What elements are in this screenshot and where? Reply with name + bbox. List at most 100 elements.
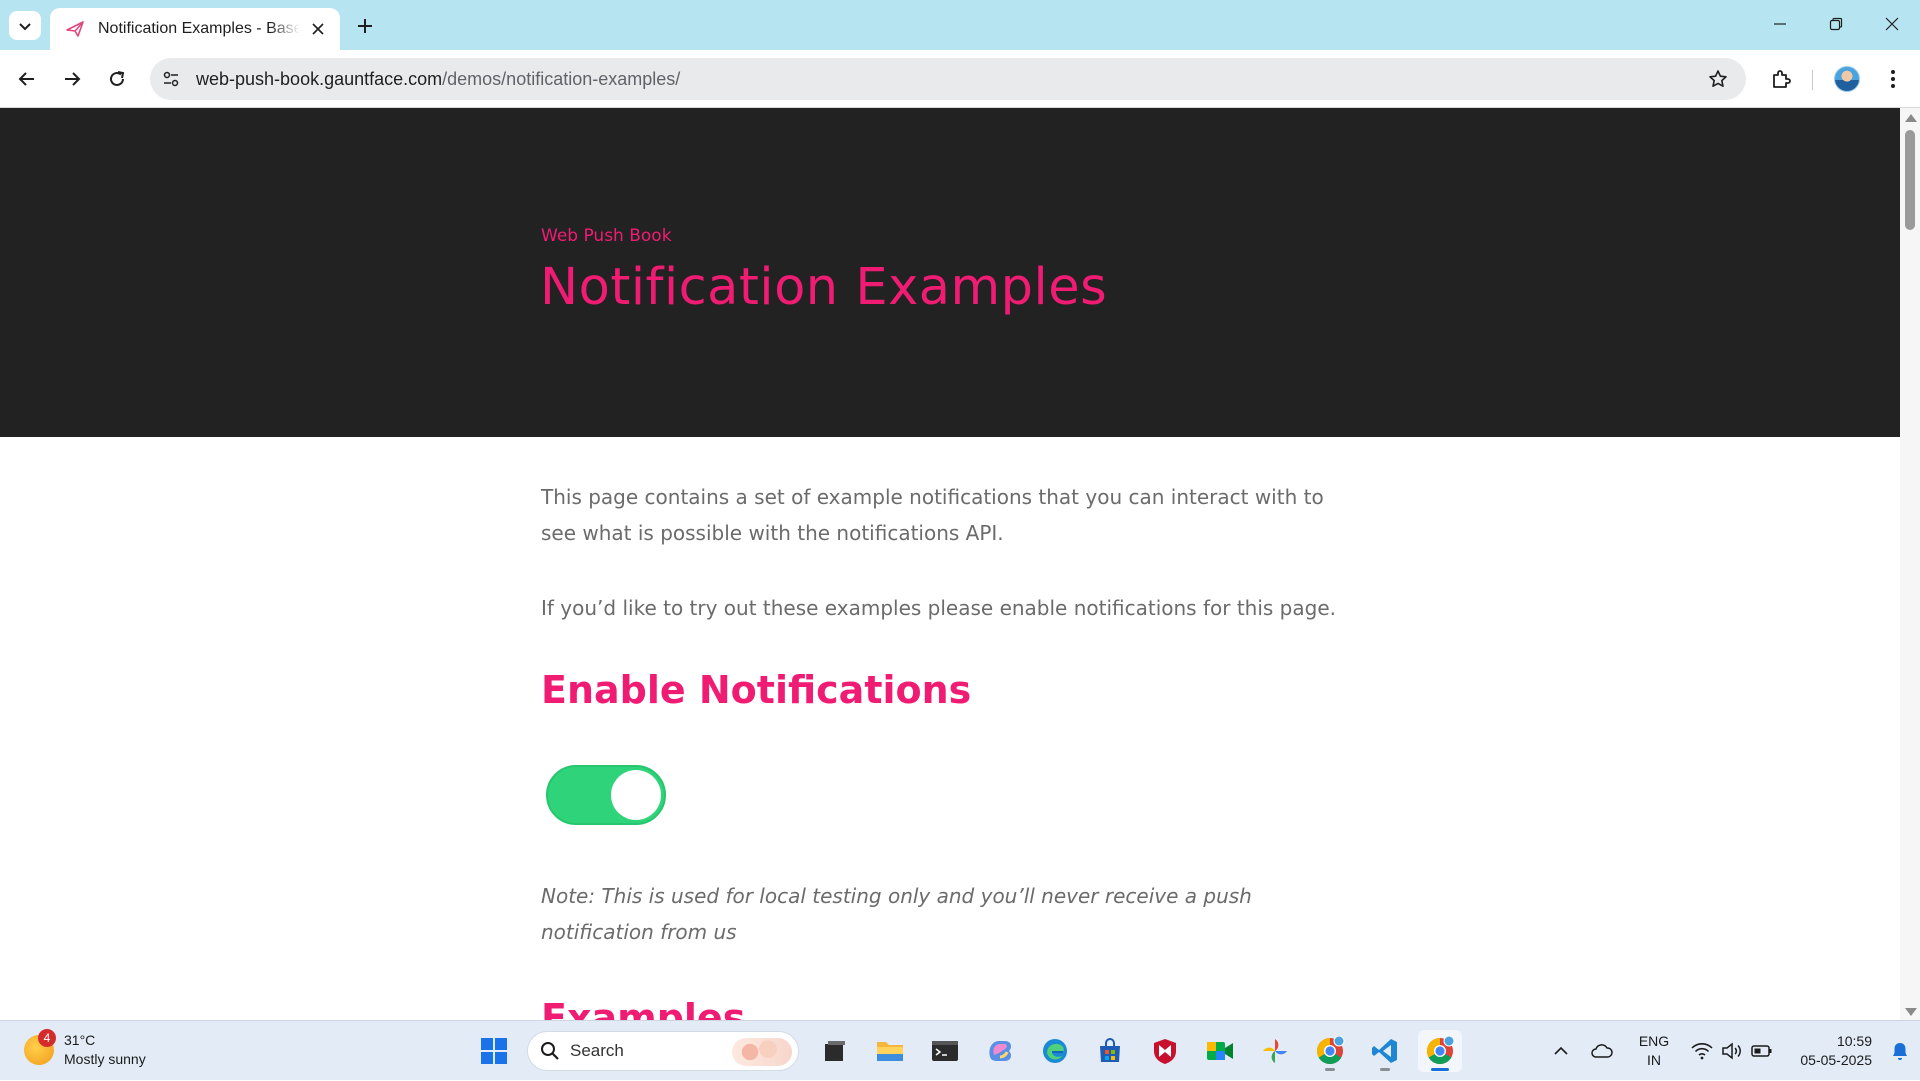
- site-title-link[interactable]: Web Push Book: [541, 226, 672, 246]
- meet-button[interactable]: [1198, 1030, 1242, 1072]
- page-viewport: Web Push Book Notification Examples This…: [0, 108, 1900, 1020]
- close-window-button[interactable]: [1864, 0, 1920, 48]
- battery-icon: [1751, 1045, 1772, 1057]
- search-placeholder: Search: [570, 1041, 624, 1060]
- folder-icon: [877, 1042, 903, 1061]
- task-view-button[interactable]: [813, 1030, 857, 1072]
- language-indicator[interactable]: ENG IN: [1624, 1021, 1684, 1081]
- taskbar-search[interactable]: Search: [527, 1031, 799, 1071]
- taskbar-apps: Search: [472, 1030, 1473, 1072]
- scrollbar-thumb[interactable]: [1905, 130, 1915, 230]
- clock-button[interactable]: 10:59 05-05-2025: [1780, 1021, 1880, 1081]
- reload-icon: [110, 71, 125, 86]
- language-code: ENG: [1638, 1033, 1670, 1049]
- terminal-button[interactable]: [923, 1030, 967, 1072]
- reload-button[interactable]: [100, 62, 134, 96]
- enable-notifications-toggle[interactable]: [546, 765, 666, 825]
- language-text: ENG IN: [1629, 1032, 1679, 1070]
- page-scrollbar[interactable]: [1900, 108, 1920, 1020]
- copilot-icon: [989, 1041, 1012, 1061]
- sun-icon: 4: [24, 1029, 56, 1065]
- edge-button[interactable]: [1033, 1030, 1077, 1072]
- tab-search-button[interactable]: [9, 11, 41, 40]
- new-tab-button[interactable]: [350, 11, 380, 41]
- clock: 10:59 05-05-2025: [1782, 1032, 1872, 1070]
- mcafee-button[interactable]: [1143, 1030, 1187, 1072]
- url-domain: web-push-book.gauntface.com: [196, 68, 443, 89]
- page-title: Notification Examples: [540, 258, 1108, 317]
- show-hidden-icons-button[interactable]: [1542, 1021, 1580, 1081]
- arrow-left-icon: [18, 72, 34, 86]
- back-button[interactable]: [10, 62, 44, 96]
- photos-button[interactable]: [1253, 1030, 1297, 1072]
- intro-paragraph: This page contains a set of example noti…: [541, 485, 1324, 545]
- chrome-active-button[interactable]: [1418, 1030, 1462, 1072]
- search-icon: [541, 1042, 559, 1060]
- region-code: IN: [1647, 1052, 1661, 1068]
- vscode-icon: [1372, 1039, 1397, 1063]
- clock-date: 05-05-2025: [1800, 1052, 1872, 1068]
- bell-icon: [1893, 1043, 1907, 1060]
- mcafee-shield-icon: [1154, 1039, 1176, 1064]
- network-sound-battery[interactable]: [1684, 1021, 1780, 1081]
- notifications-button[interactable]: [1880, 1021, 1920, 1081]
- browser-tab-active[interactable]: Notification Examples - Base Site: [50, 8, 340, 50]
- chevron-down-icon: [19, 22, 31, 30]
- note-paragraph: Note: This is used for local testing onl…: [541, 884, 1252, 944]
- bookmark-star-icon[interactable]: [1706, 67, 1730, 91]
- chevron-up-icon: [1554, 1046, 1568, 1055]
- taskbar: 4 31°C Mostly sunny Search ENG IN 10:59 …: [0, 1020, 1920, 1080]
- close-tab-icon[interactable]: [306, 17, 330, 41]
- more-vertical-icon: [1891, 70, 1895, 88]
- window-controls: [1752, 0, 1920, 48]
- examples-heading: Examples: [541, 996, 746, 1020]
- scroll-up-arrow-icon[interactable]: [1905, 114, 1917, 122]
- minimize-button[interactable]: [1752, 0, 1808, 48]
- running-indicator: [1380, 1068, 1390, 1071]
- weather-widget[interactable]: 4 31°C Mostly sunny: [24, 1029, 146, 1069]
- running-indicator: [1325, 1068, 1335, 1071]
- toolbar-divider: [1812, 70, 1813, 90]
- microsoft-store-button[interactable]: [1088, 1030, 1132, 1072]
- onedrive-button[interactable]: [1580, 1021, 1624, 1081]
- page-hero: Web Push Book Notification Examples: [0, 108, 1900, 437]
- system-tray: ENG IN 10:59 05-05-2025: [1542, 1021, 1920, 1081]
- file-explorer-button[interactable]: [868, 1030, 912, 1072]
- task-view-icon: [825, 1041, 845, 1061]
- extensions-button[interactable]: [1764, 62, 1798, 96]
- weather-text: 31°C Mostly sunny: [64, 1031, 146, 1069]
- restore-button[interactable]: [1808, 0, 1864, 48]
- start-button[interactable]: [472, 1030, 516, 1072]
- forward-button[interactable]: [55, 62, 89, 96]
- scroll-down-arrow-icon[interactable]: [1905, 1008, 1917, 1016]
- store-icon: [1100, 1038, 1120, 1062]
- url-text: web-push-book.gauntface.com/demos/notifi…: [196, 69, 680, 90]
- chrome-icon: [1426, 1036, 1455, 1065]
- toggle-knob: [611, 770, 661, 820]
- notification-badge: 4: [38, 1029, 56, 1047]
- clock-time: 10:59: [1836, 1033, 1872, 1049]
- copilot-button[interactable]: [978, 1030, 1022, 1072]
- paper-plane-icon: [64, 18, 86, 40]
- profile-button[interactable]: [1830, 62, 1864, 96]
- vscode-button[interactable]: [1363, 1030, 1407, 1072]
- puzzle-icon: [1773, 70, 1791, 88]
- active-indicator: [1431, 1068, 1449, 1071]
- site-info-icon[interactable]: [156, 64, 186, 94]
- chrome-profile-button[interactable]: [1308, 1030, 1352, 1072]
- arrow-right-icon: [65, 72, 81, 86]
- restore-icon: [1829, 17, 1843, 31]
- tab-title: Notification Examples - Base Site: [98, 20, 300, 37]
- speaker-icon: [1722, 1042, 1741, 1060]
- weather-temp: 31°C: [64, 1032, 96, 1048]
- edge-icon: [1043, 1039, 1067, 1063]
- browser-menu-button[interactable]: [1876, 62, 1910, 96]
- minimize-icon: [1774, 23, 1786, 25]
- avatar: [1834, 66, 1860, 92]
- wifi-icon: [1691, 1043, 1713, 1060]
- pinwheel-icon: [1263, 1039, 1287, 1063]
- address-bar[interactable]: web-push-book.gauntface.com/demos/notifi…: [150, 58, 1746, 100]
- terminal-icon: [932, 1041, 958, 1061]
- video-camera-icon: [1207, 1042, 1233, 1060]
- windows-logo-icon: [481, 1038, 507, 1064]
